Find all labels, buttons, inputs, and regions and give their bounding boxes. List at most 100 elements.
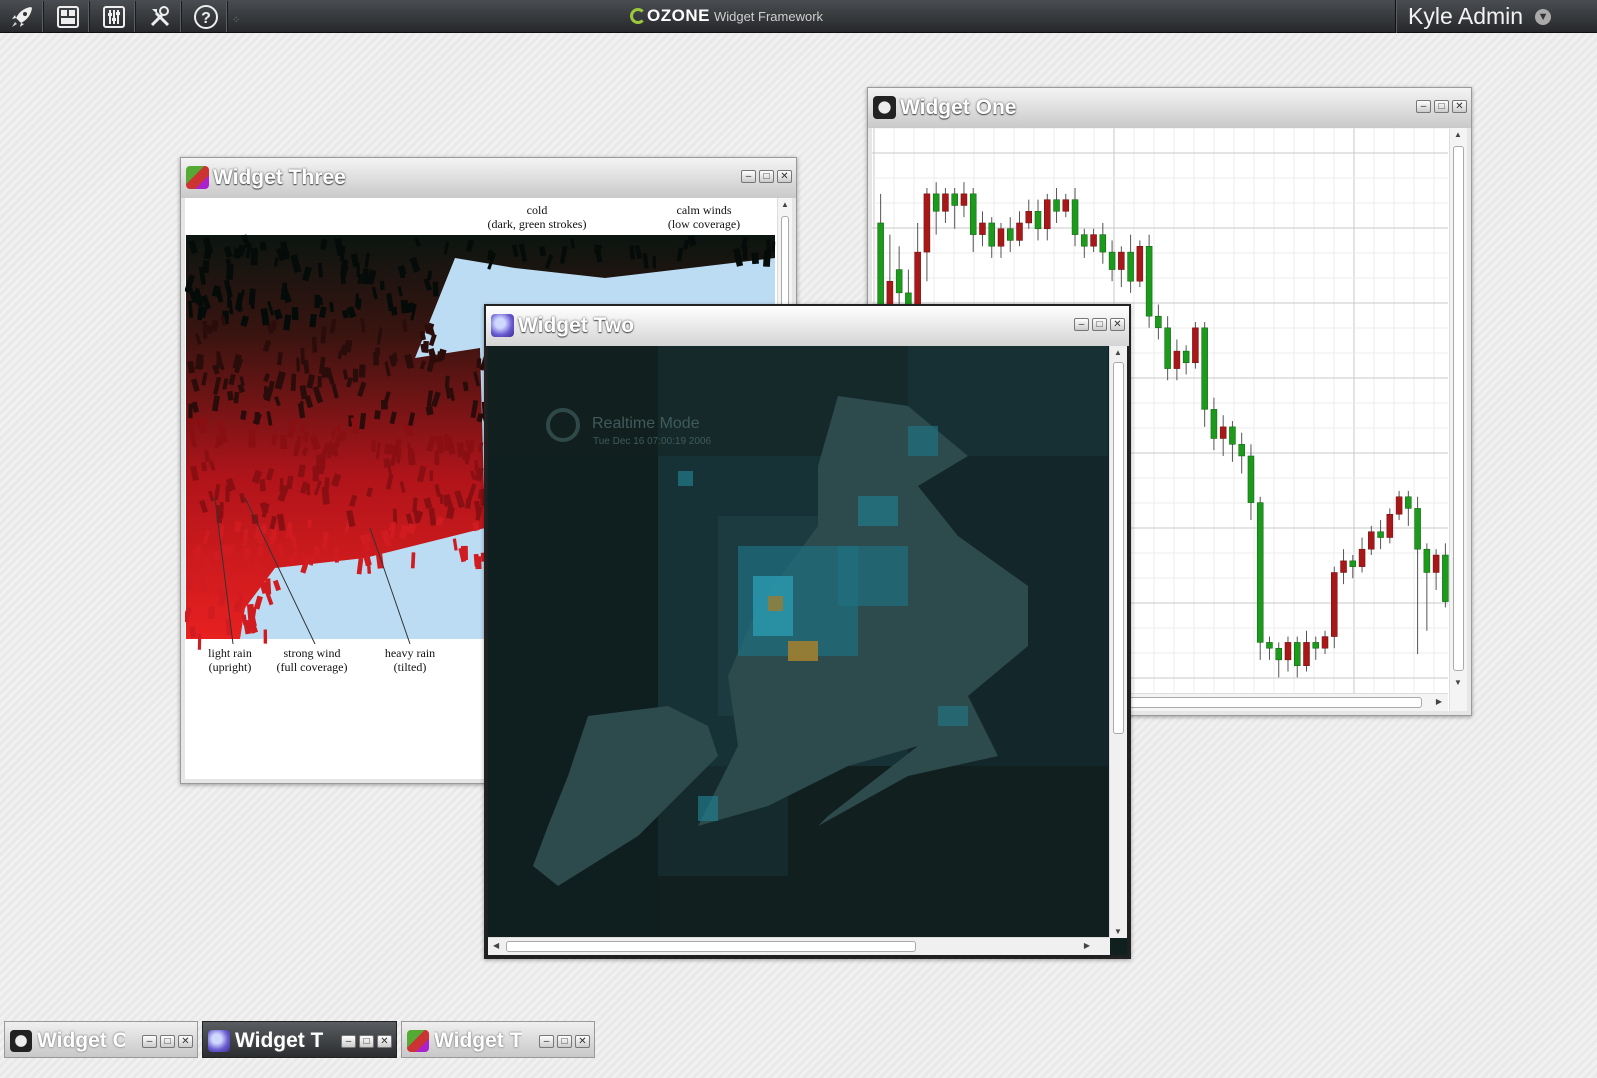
candle-body xyxy=(1293,642,1301,666)
scroll-up-icon[interactable]: ▲ xyxy=(1114,348,1122,357)
candle-body xyxy=(1386,513,1394,538)
annotation-cold-sub: (dark, green strokes) xyxy=(487,217,587,231)
annotation-heavy-rain-title: heavy rain xyxy=(384,646,436,660)
close-button[interactable]: ✕ xyxy=(178,1035,193,1048)
annotation-light-rain-sub: (upright) xyxy=(208,660,252,674)
candle-body xyxy=(1331,572,1338,637)
widget-three-app-icon xyxy=(186,166,209,189)
scroll-left-icon[interactable]: ◀ xyxy=(493,941,499,950)
annotation-light-rain-title: light rain xyxy=(208,646,252,660)
glyph-stroke xyxy=(763,250,771,267)
candle-body xyxy=(1256,502,1264,643)
scroll-right-icon[interactable]: ▶ xyxy=(1436,697,1442,706)
scroll-thumb[interactable] xyxy=(1453,146,1464,671)
glyph-stroke xyxy=(425,406,434,416)
glyph-stroke xyxy=(250,247,258,266)
candle-body xyxy=(951,193,958,206)
candle-body xyxy=(960,193,968,206)
candle-body xyxy=(1053,199,1060,212)
close-button[interactable]: ✕ xyxy=(1452,100,1467,113)
dashboard-switcher-button[interactable] xyxy=(46,1,90,32)
close-button[interactable]: ✕ xyxy=(377,1035,392,1048)
widget-two-vertical-scrollbar[interactable]: ▲ ▼ xyxy=(1109,346,1127,938)
glyph-stroke xyxy=(374,410,381,420)
launch-menu-button[interactable] xyxy=(0,1,44,32)
chevron-down-icon[interactable]: ▼ xyxy=(1535,8,1552,25)
widget-three-titlebar[interactable]: Widget Three – □ ✕ xyxy=(181,158,796,198)
widget-two-titlebar[interactable]: Widget Two – □ ✕ xyxy=(486,306,1129,346)
glyph-stroke xyxy=(432,281,439,297)
glyph-stroke xyxy=(311,336,318,353)
scroll-up-icon[interactable]: ▲ xyxy=(781,200,789,209)
candle-body xyxy=(1145,246,1153,317)
minimize-button[interactable]: – xyxy=(142,1035,157,1048)
minimize-button[interactable]: – xyxy=(341,1035,356,1048)
glyph-stroke xyxy=(391,306,398,316)
taskbar-item-label: Widget T xyxy=(235,1029,323,1052)
taskbar-item-widget-two[interactable]: Widget T – □ ✕ xyxy=(202,1021,397,1058)
user-menu[interactable]: Kyle Admin ▼ xyxy=(1395,0,1597,33)
scroll-thumb[interactable] xyxy=(506,941,916,952)
sliders-icon xyxy=(102,5,126,29)
widget-two-app-icon xyxy=(491,314,514,337)
candle-body xyxy=(1192,327,1199,364)
brand-name: OZONE xyxy=(647,6,710,25)
maximize-button[interactable]: □ xyxy=(1434,100,1449,113)
glyph-stroke xyxy=(212,550,220,561)
minimize-button[interactable]: – xyxy=(1416,100,1431,113)
realtime-mode-label: Realtime Mode xyxy=(592,415,700,432)
candle-body xyxy=(1432,554,1440,573)
glyph-stroke xyxy=(248,429,256,448)
candle-body xyxy=(1025,211,1033,224)
widget-two-window[interactable]: Widget Two – □ ✕ Realtime Mode Tue Dec 1… xyxy=(484,304,1131,959)
top-toolbar: ? ⁘ OZONE Widget Framework Kyle Admin ▼ xyxy=(0,0,1597,33)
widget-one-vertical-scrollbar[interactable]: ▲ ▼ xyxy=(1449,128,1467,711)
annotation-calm-title: calm winds xyxy=(676,203,732,217)
help-button[interactable]: ? xyxy=(184,1,228,32)
scroll-down-icon[interactable]: ▼ xyxy=(1454,678,1462,687)
close-button[interactable]: ✕ xyxy=(575,1035,590,1048)
glyph-stroke xyxy=(476,358,482,368)
scroll-thumb[interactable] xyxy=(1113,362,1124,734)
widget-two-horizontal-scrollbar[interactable]: ◀ ▶ xyxy=(488,937,1110,955)
maximize-button[interactable]: □ xyxy=(359,1035,374,1048)
candle-body xyxy=(1266,642,1273,649)
candle-body xyxy=(1034,211,1042,230)
maximize-button[interactable]: □ xyxy=(759,170,774,183)
maximize-button[interactable]: □ xyxy=(160,1035,175,1048)
glyph-stroke xyxy=(371,439,376,452)
candle-body xyxy=(1377,531,1384,538)
candle-body xyxy=(895,269,903,294)
maximize-button[interactable]: □ xyxy=(1092,318,1107,331)
help-icon: ? xyxy=(193,4,219,30)
minimize-button[interactable]: – xyxy=(1074,318,1089,331)
maximize-button[interactable]: □ xyxy=(557,1035,572,1048)
widget-two-title: Widget Two xyxy=(518,314,635,337)
glyph-stroke xyxy=(296,357,300,372)
annotation-cold: cold (dark, green strokes) xyxy=(485,203,589,231)
annotation-cold-title: cold xyxy=(526,203,548,217)
settings-button[interactable] xyxy=(92,1,136,32)
admin-button[interactable] xyxy=(138,1,182,32)
glyph-stroke xyxy=(434,450,440,465)
heatmap-map xyxy=(488,346,1110,938)
scroll-up-icon[interactable]: ▲ xyxy=(1454,130,1462,139)
taskbar-item-widget-three[interactable]: Widget T – □ ✕ xyxy=(401,1021,595,1058)
svg-text:?: ? xyxy=(201,10,211,27)
close-button[interactable]: ✕ xyxy=(1110,318,1125,331)
minimize-button[interactable]: – xyxy=(539,1035,554,1048)
candle-body xyxy=(997,228,1005,247)
widget-one-titlebar[interactable]: Widget One – □ ✕ xyxy=(868,88,1471,128)
scroll-down-icon[interactable]: ▼ xyxy=(1114,927,1122,936)
annotation-calm-sub: (low coverage) xyxy=(667,217,741,231)
minimize-button[interactable]: – xyxy=(741,170,756,183)
scroll-right-icon[interactable]: ▶ xyxy=(1084,941,1090,950)
refresh-icon[interactable] xyxy=(546,408,580,442)
glyph-stroke xyxy=(375,347,381,356)
glyph-stroke xyxy=(225,485,230,502)
taskbar-item-widget-one[interactable]: Widget C – □ ✕ xyxy=(4,1021,198,1058)
toolbar-drag-handle-icon[interactable]: ⁘ xyxy=(232,15,240,26)
close-button[interactable]: ✕ xyxy=(777,170,792,183)
annotation-light-rain: light rain (upright) xyxy=(195,646,265,674)
glyph-stroke xyxy=(204,325,213,334)
